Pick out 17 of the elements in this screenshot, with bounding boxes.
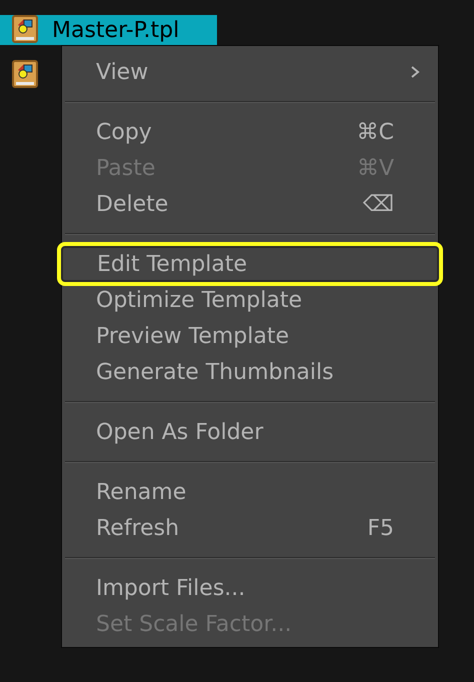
shortcut-label: ⌘C bbox=[356, 118, 394, 146]
menu-item[interactable]: Rename bbox=[62, 474, 438, 510]
menu-item[interactable]: Import Files... bbox=[62, 570, 438, 606]
menu-item[interactable]: View bbox=[62, 54, 438, 90]
menu-item[interactable]: Copy ⌘C bbox=[62, 114, 438, 150]
template-book-icon bbox=[12, 60, 38, 90]
menu-item[interactable]: Preview Template bbox=[62, 318, 438, 354]
shortcut-label: ⌫ bbox=[362, 190, 394, 218]
menu-item[interactable]: Open As Folder bbox=[62, 414, 438, 450]
file-name: Master-P.tpl bbox=[52, 16, 180, 44]
shortcut-label: F5 bbox=[367, 514, 394, 542]
menu-item[interactable]: Optimize Template bbox=[62, 282, 438, 318]
menu-item[interactable]: Refresh F5 bbox=[62, 510, 438, 546]
menu-item[interactable]: Generate Thumbnails bbox=[62, 354, 438, 390]
menu-item[interactable]: Delete ⌫ bbox=[62, 186, 438, 222]
file-row[interactable]: Master-P.tpl bbox=[0, 15, 217, 45]
template-book-icon bbox=[12, 15, 38, 45]
